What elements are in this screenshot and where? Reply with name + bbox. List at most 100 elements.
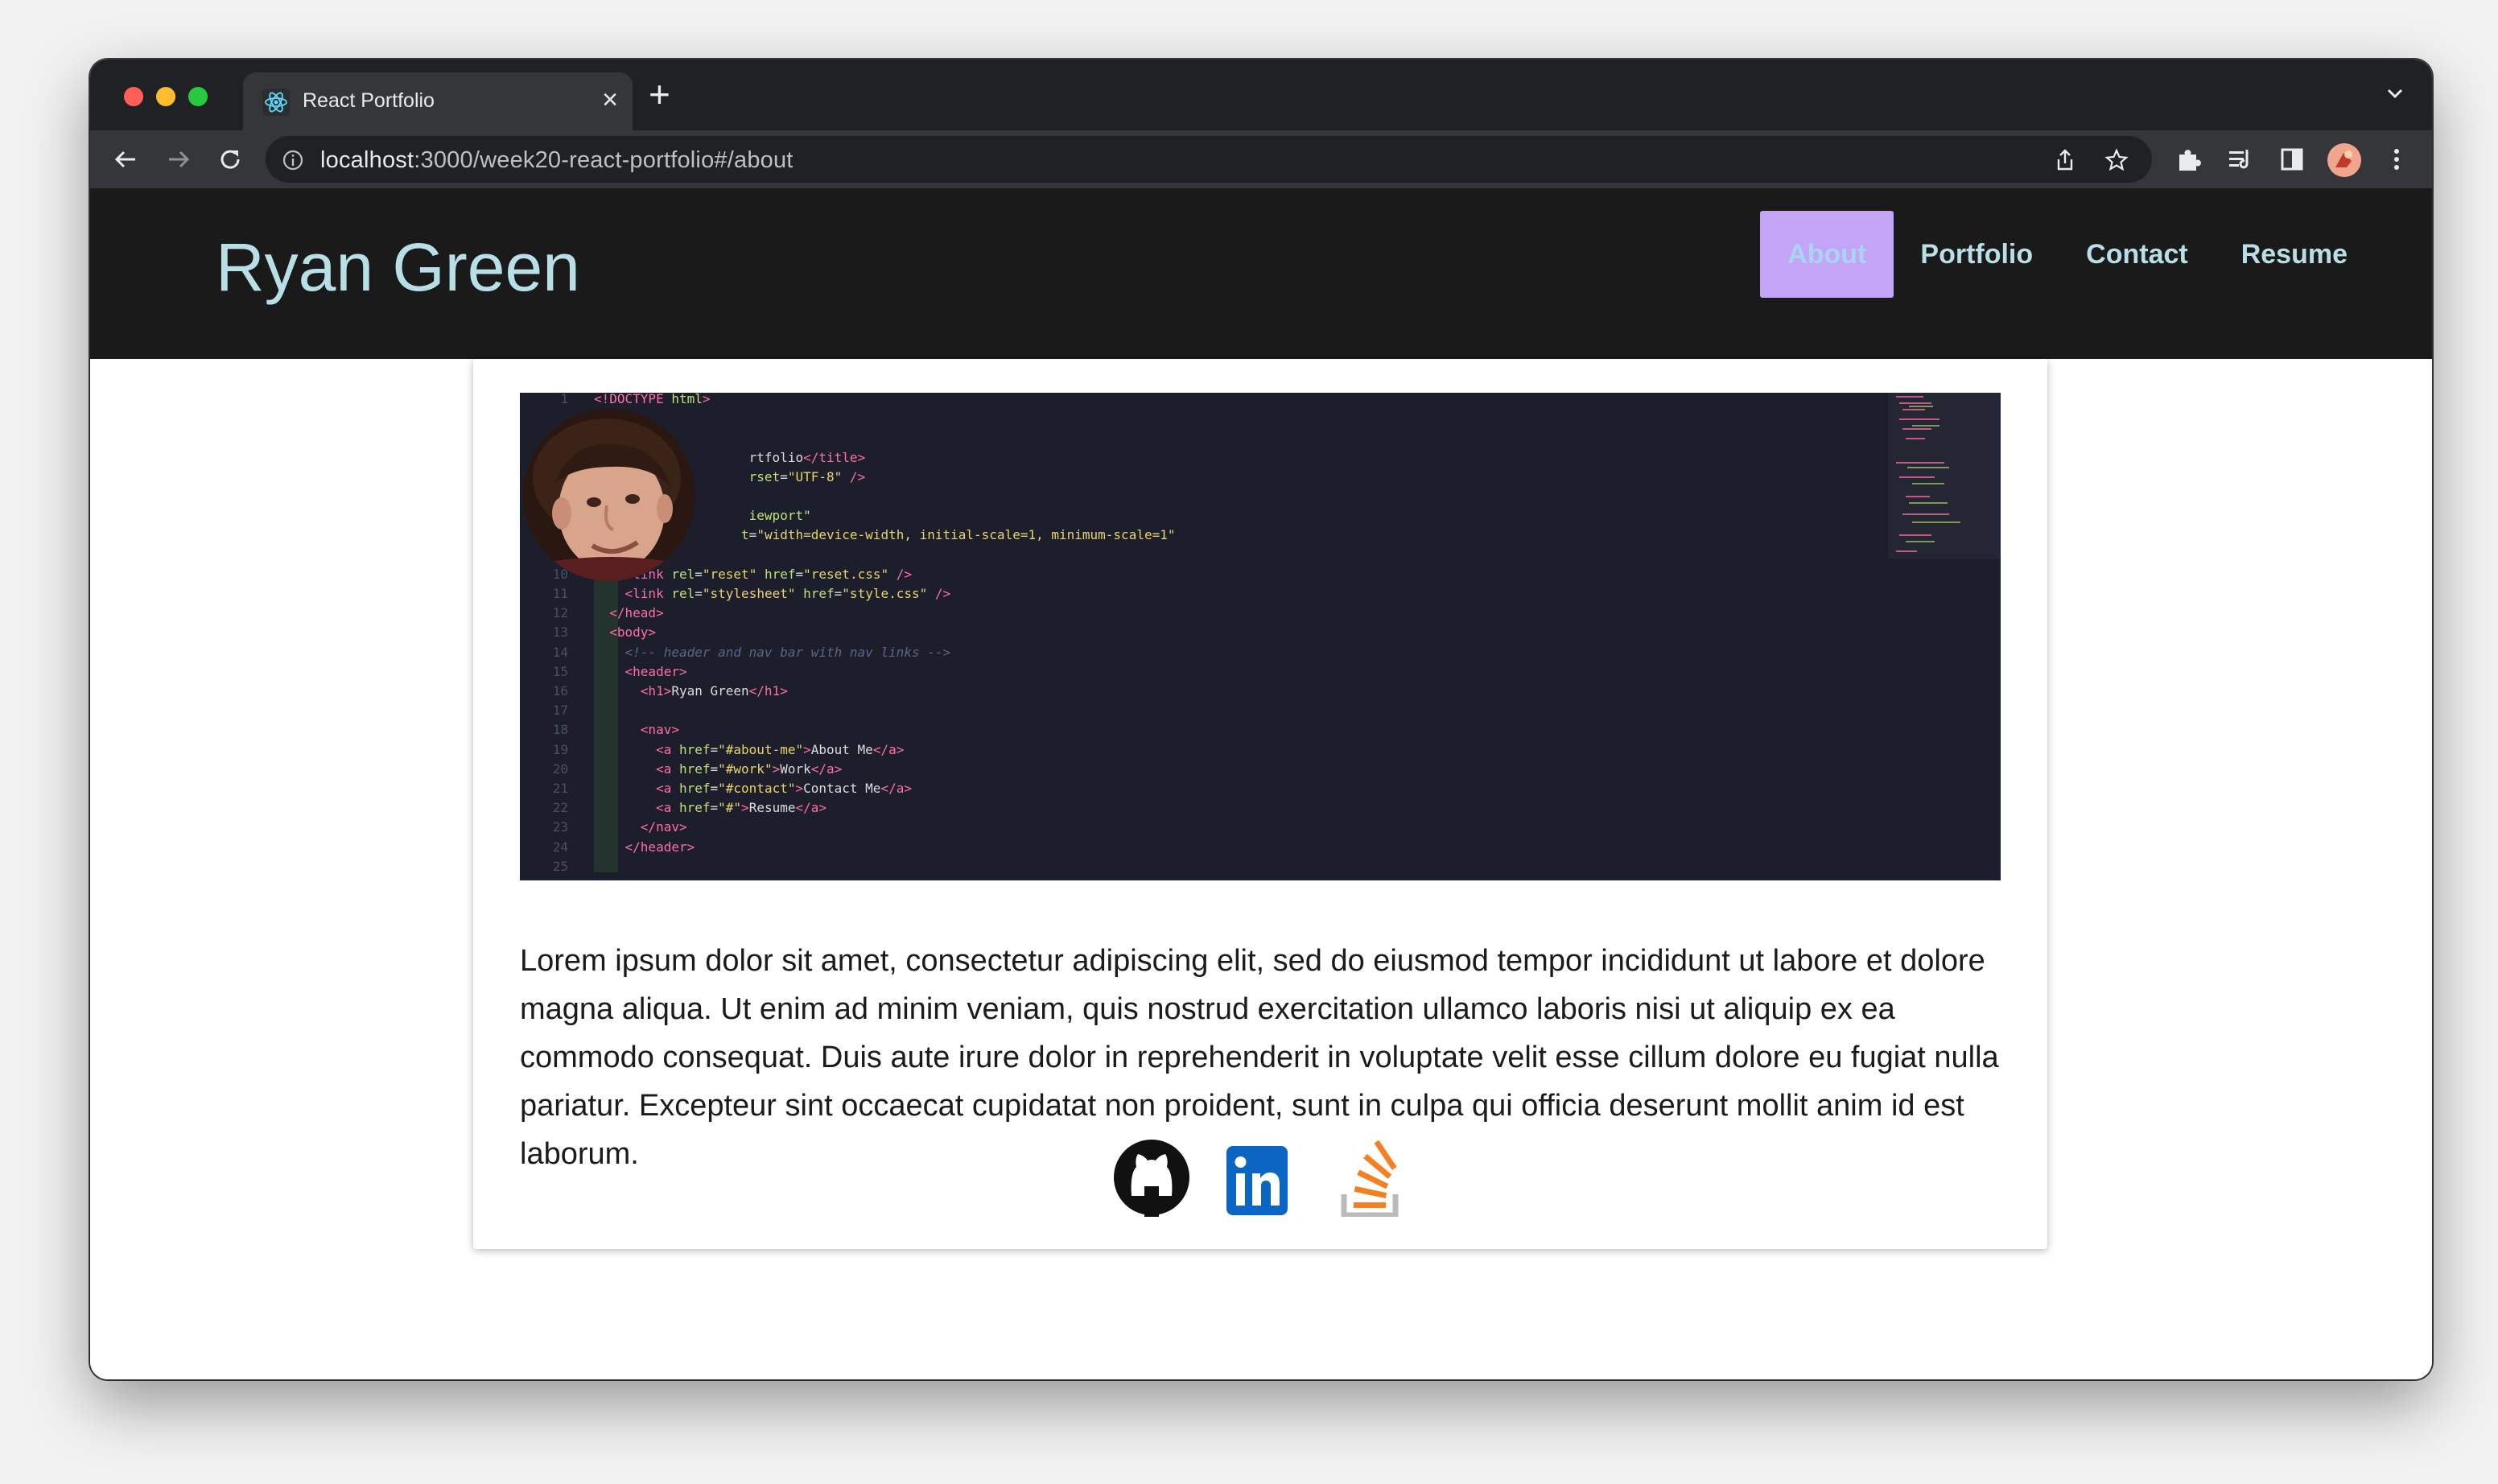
code-line-number: 18 xyxy=(552,722,568,738)
site-nav: About Portfolio Contact Resume xyxy=(1760,211,2374,298)
code-line: t="width=device-width, initial-scale=1, … xyxy=(520,526,1888,545)
code-line-source: </head> xyxy=(609,605,664,621)
code-line: 16 <h1>Ryan Green</h1> xyxy=(520,682,1888,701)
code-line-number: 14 xyxy=(552,644,568,660)
site-header: Ryan Green About Portfolio Contact Resum… xyxy=(90,188,2432,359)
url-text: localhost:3000/week20-react-portfolio#/a… xyxy=(320,147,794,173)
code-line-source: <a href="#contact">Contact Me</a> xyxy=(656,781,912,796)
about-hero-image: 1 <!DOCTYPE html> rtfolio</title> rset="U… xyxy=(520,393,2001,880)
nav-about[interactable]: About xyxy=(1760,211,1894,298)
media-queue-icon[interactable] xyxy=(2226,145,2255,174)
code-line-source: <!DOCTYPE html> xyxy=(594,393,711,406)
code-line: 23 </nav> xyxy=(520,818,1888,837)
close-window-button[interactable] xyxy=(124,87,143,106)
profile-avatar[interactable] xyxy=(2327,143,2361,177)
code-line: 11 <link rel="stylesheet" href="style.cs… xyxy=(520,584,1888,604)
code-line: 19 <a href="#about-me">About Me</a> xyxy=(520,740,1888,760)
profile-avatar-icon xyxy=(2327,143,2361,177)
code-line-number: 11 xyxy=(552,586,568,601)
github-icon[interactable] xyxy=(1112,1138,1191,1217)
code-line-source: <link rel="stylesheet" href="style.css" … xyxy=(624,586,951,601)
code-screenshot: 1 <!DOCTYPE html> rtfolio</title> rset="U… xyxy=(520,393,1888,880)
browser-toolbar: localhost:3000/week20-react-portfolio#/a… xyxy=(90,130,2432,188)
code-line: 13 <body> xyxy=(520,623,1888,642)
code-line: 24 </header> xyxy=(520,838,1888,857)
code-line-number: 20 xyxy=(552,761,568,777)
code-line-source: <a href="#work">Work</a> xyxy=(656,761,843,777)
code-line: 1 <!DOCTYPE html> xyxy=(520,393,1888,409)
code-line-number: 22 xyxy=(552,800,568,816)
web-page: Ryan Green About Portfolio Contact Resum… xyxy=(90,188,2432,1379)
code-line-source: <a href="#about-me">About Me</a> xyxy=(656,741,905,757)
tab-close-button[interactable]: × xyxy=(602,84,618,116)
code-line-source: <a href="#">Resume</a> xyxy=(656,800,827,816)
stackoverflow-icon[interactable] xyxy=(1331,1138,1410,1217)
code-line-source: </header> xyxy=(624,839,695,855)
extensions-puzzle-icon[interactable] xyxy=(2174,145,2203,174)
code-line-number: 15 xyxy=(552,663,568,679)
code-line: 22 <a href="#">Resume</a> xyxy=(520,798,1888,818)
code-line: rset="UTF-8" /> xyxy=(520,468,1888,487)
code-line-number: 1 xyxy=(560,393,568,406)
code-line-source: <body> xyxy=(609,625,657,641)
tab-search-chevron-icon[interactable] xyxy=(2382,80,2408,106)
code-line-number: 24 xyxy=(552,839,568,855)
code-line: 18 <nav> xyxy=(520,720,1888,740)
code-line: 10 <link rel="reset" href="reset.css" /> xyxy=(520,565,1888,584)
browser-menu-kebab-icon[interactable] xyxy=(2382,145,2411,174)
browser-tab[interactable]: React Portfolio × xyxy=(243,72,633,130)
site-info-icon[interactable] xyxy=(282,149,304,171)
code-line-number: 21 xyxy=(552,781,568,796)
tab-strip: React Portfolio × + xyxy=(90,60,2432,130)
code-line-source: <h1>Ryan Green</h1> xyxy=(640,683,788,699)
maximize-window-button[interactable] xyxy=(188,87,208,106)
code-line-number: 25 xyxy=(552,858,568,874)
code-line-number: 13 xyxy=(552,625,568,641)
nav-resume[interactable]: Resume xyxy=(2215,211,2374,298)
code-line-source: <!-- header and nav bar with nav links -… xyxy=(624,644,951,660)
code-line-source: <nav> xyxy=(640,722,679,738)
tab-title: React Portfolio xyxy=(303,89,435,112)
code-minimap xyxy=(1888,393,2001,559)
code-line-source: </nav> xyxy=(640,819,687,835)
code-line-number: 17 xyxy=(552,703,568,719)
react-favicon-icon xyxy=(262,89,290,116)
code-line-number: 12 xyxy=(552,605,568,621)
code-line: 17 xyxy=(520,701,1888,720)
linkedin-icon[interactable] xyxy=(1222,1138,1301,1217)
code-line: 15 <header> xyxy=(520,662,1888,682)
browser-window: React Portfolio × + localhost:3000/week2… xyxy=(90,60,2432,1379)
side-panel-icon[interactable] xyxy=(2277,145,2306,174)
forward-arrow-icon[interactable] xyxy=(163,143,195,175)
profile-photo-illustration xyxy=(523,409,695,581)
code-line: 14 <!-- header and nav bar with nav link… xyxy=(520,643,1888,662)
code-line-number: 19 xyxy=(552,741,568,757)
profile-photo xyxy=(523,409,695,581)
code-line-source: <header> xyxy=(624,663,687,679)
window-controls xyxy=(124,87,208,106)
code-line-number: 16 xyxy=(552,683,568,699)
nav-contact[interactable]: Contact xyxy=(2059,211,2215,298)
code-line: 25 xyxy=(520,857,1888,876)
code-line: iewport" xyxy=(520,506,1888,526)
nav-portfolio[interactable]: Portfolio xyxy=(1894,211,2059,298)
code-line: 21 <a href="#contact">Contact Me</a> xyxy=(520,779,1888,798)
address-bar[interactable]: localhost:3000/week20-react-portfolio#/a… xyxy=(266,136,2152,183)
bookmark-star-icon[interactable] xyxy=(2104,147,2129,173)
minimize-window-button[interactable] xyxy=(156,87,175,106)
share-icon[interactable] xyxy=(2052,147,2078,173)
code-line: 20 <a href="#work">Work</a> xyxy=(520,760,1888,779)
about-card: 1 <!DOCTYPE html> rtfolio</title> rset="U… xyxy=(473,359,2047,1249)
back-arrow-icon[interactable] xyxy=(109,143,142,175)
new-tab-button[interactable]: + xyxy=(649,76,670,113)
social-links xyxy=(90,1138,2432,1235)
code-line-number: 23 xyxy=(552,819,568,835)
code-line: 12 </head> xyxy=(520,604,1888,623)
reload-icon[interactable] xyxy=(214,143,246,175)
site-title: Ryan Green xyxy=(216,229,580,305)
code-line: rtfolio</title> xyxy=(520,448,1888,468)
